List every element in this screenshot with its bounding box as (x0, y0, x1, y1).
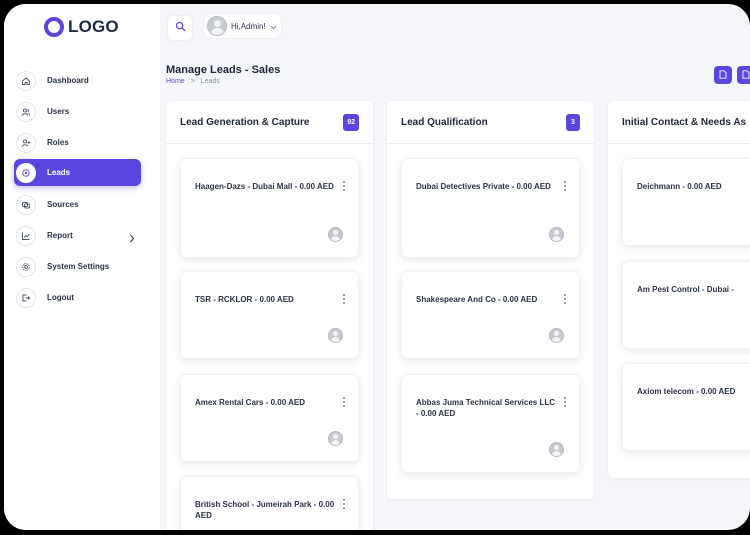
avatar (549, 442, 564, 457)
gear-icon (16, 256, 36, 277)
column-title: Lead Qualification (401, 116, 488, 128)
breadcrumb-current: Leads (200, 78, 220, 85)
export-button[interactable] (714, 66, 732, 84)
user-add-icon (16, 132, 36, 153)
lead-card-title: British School - Jumeirah Park - 0.00 AE… (195, 500, 335, 520)
sidebar-item-label: Dashboard (47, 76, 89, 85)
kanban-column-lead-qualification: Lead Qualification 3 Dubai Detectives Pr… (387, 101, 594, 499)
kanban-column-initial-contact: Initial Contact & Needs As Deichmann - 0… (608, 101, 750, 478)
column-title: Lead Generation & Capture (180, 116, 310, 128)
column-header: Initial Contact & Needs As (608, 101, 750, 144)
user-menu[interactable]: Hi,Admin! (203, 13, 282, 39)
sidebar-item-users[interactable]: Users (14, 98, 141, 125)
lead-card-title: Shakespeare And Co - 0.00 AED (416, 295, 538, 304)
lead-card[interactable]: Deichmann - 0.00 AED (622, 158, 750, 246)
lead-card[interactable]: Amex Rental Cars - 0.00 AED (180, 374, 359, 462)
sidebar-item-label: System Settings (47, 262, 110, 271)
sidebar-item-label: Report (47, 231, 73, 240)
sources-icon (16, 194, 36, 215)
sidebar-item-system-settings[interactable]: System Settings (14, 253, 141, 280)
sidebar: LOGO Dashboard Users Roles Leads Sources… (4, 4, 160, 530)
avatar (328, 328, 343, 343)
breadcrumb-home-link[interactable]: Home (166, 78, 185, 85)
logo-ring-icon (44, 17, 64, 37)
sidebar-item-logout[interactable]: Logout (14, 284, 141, 311)
logout-icon (16, 287, 36, 308)
lead-card[interactable]: TSR - RCKLOR - 0.00 AED (180, 271, 359, 359)
user-greeting: Hi,Admin! (231, 21, 266, 31)
avatar (549, 227, 564, 242)
avatar (328, 431, 343, 446)
column-header: Lead Qualification 3 (387, 101, 594, 144)
sidebar-item-label: Roles (47, 138, 69, 147)
logo-text: LOGO (68, 17, 119, 36)
document-icon (742, 66, 750, 84)
sidebar-item-dashboard[interactable]: Dashboard (14, 67, 141, 94)
sidebar-item-sources[interactable]: Sources (14, 191, 141, 218)
breadcrumb: Home > Leads (166, 78, 220, 85)
sidebar-item-label: Sources (47, 200, 79, 209)
lead-card-title: Abbas Juma Technical Services LLC - 0.00… (416, 398, 556, 418)
secondary-action-button[interactable] (737, 66, 750, 84)
chart-icon (16, 225, 36, 246)
column-count-badge: 92 (343, 114, 359, 131)
sidebar-item-roles[interactable]: Roles (14, 129, 141, 156)
lead-card[interactable]: Haagen-Dazs - Dubai Mall - 0.00 AED (180, 158, 359, 258)
sidebar-item-label: Users (47, 107, 70, 116)
more-options-icon[interactable] (342, 397, 346, 409)
avatar (549, 328, 564, 343)
logo[interactable]: LOGO (44, 17, 119, 37)
lead-card-title: Dubai Detectives Private - 0.00 AED (416, 182, 551, 191)
lead-card-title: Amex Rental Cars - 0.00 AED (195, 398, 305, 407)
lead-card-title: Haagen-Dazs - Dubai Mall - 0.00 AED (195, 182, 334, 191)
chevron-down-icon (270, 17, 277, 35)
kanban-column-lead-generation: Lead Generation & Capture 92 Haagen-Dazs… (166, 101, 373, 530)
more-options-icon[interactable] (563, 397, 567, 409)
users-icon (16, 101, 36, 122)
lead-card-title: Am Pest Control - Dubai - (637, 285, 734, 294)
lead-card-title: Axiom telecom - 0.00 AED (637, 387, 736, 396)
leads-icon (16, 162, 36, 183)
breadcrumb-separator: > (190, 78, 195, 85)
chevron-right-icon (129, 230, 135, 248)
more-options-icon[interactable] (563, 294, 567, 306)
lead-card[interactable]: Dubai Detectives Private - 0.00 AED (401, 158, 580, 258)
lead-card-title: Deichmann - 0.00 AED (637, 182, 722, 191)
page-title: Manage Leads - Sales (166, 64, 281, 76)
app-window: LOGO Dashboard Users Roles Leads Sources… (4, 4, 750, 530)
avatar (328, 227, 343, 242)
search-icon (175, 19, 186, 37)
sidebar-item-leads[interactable]: Leads (14, 159, 141, 186)
lead-card[interactable]: Shakespeare And Co - 0.00 AED (401, 271, 580, 359)
sidebar-item-report[interactable]: Report (14, 222, 141, 249)
home-icon (16, 70, 36, 91)
more-options-icon[interactable] (342, 181, 346, 193)
more-options-icon[interactable] (563, 181, 567, 193)
lead-card[interactable]: Abbas Juma Technical Services LLC - 0.00… (401, 374, 580, 473)
more-options-icon[interactable] (342, 499, 346, 511)
sidebar-item-label: Logout (47, 293, 75, 302)
column-count-badge: 3 (566, 114, 580, 131)
sidebar-item-label: Leads (47, 168, 71, 177)
column-header: Lead Generation & Capture 92 (166, 101, 373, 144)
avatar (207, 16, 227, 36)
document-icon (719, 66, 727, 84)
lead-card[interactable]: British School - Jumeirah Park - 0.00 AE… (180, 476, 359, 530)
lead-card[interactable]: Am Pest Control - Dubai - (622, 261, 750, 349)
column-title: Initial Contact & Needs As (622, 116, 747, 128)
lead-card-title: TSR - RCKLOR - 0.00 AED (195, 295, 294, 304)
search-button[interactable] (167, 15, 193, 41)
more-options-icon[interactable] (342, 294, 346, 306)
lead-card[interactable]: Axiom telecom - 0.00 AED (622, 363, 750, 451)
